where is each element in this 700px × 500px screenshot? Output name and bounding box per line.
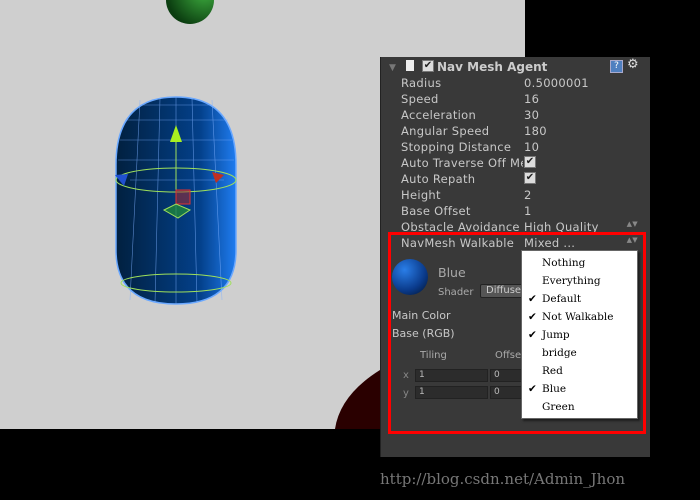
check-icon: ✔ — [528, 293, 537, 305]
foldout-arrow-icon[interactable]: ▼ — [389, 63, 396, 73]
auto-repath-checkbox[interactable]: ✔ — [524, 172, 536, 184]
menu-item-label: Blue — [542, 383, 567, 395]
speed-label: Speed — [401, 92, 439, 106]
height-label: Height — [401, 188, 441, 202]
menu-item-label: Jump — [542, 329, 570, 341]
base-offset-field[interactable]: 1 — [524, 204, 532, 218]
enabled-checkbox[interactable]: ✔ — [422, 60, 434, 72]
radius-field[interactable]: 0.5000001 — [524, 76, 589, 90]
menu-item-bridge[interactable]: bridge — [522, 344, 637, 362]
menu-item-everything[interactable]: Everything — [522, 272, 637, 290]
check-icon: ✔ — [528, 329, 537, 341]
check-icon: ✔ — [528, 311, 537, 323]
red-object — [335, 370, 380, 429]
auto-traverse-label: Auto Traverse Off Me — [401, 156, 523, 170]
menu-item-label: Not Walkable — [542, 311, 614, 323]
menu-item-blue[interactable]: ✔ Blue — [522, 380, 637, 398]
angular-speed-label: Angular Speed — [401, 124, 490, 138]
acceleration-label: Acceleration — [401, 108, 477, 122]
auto-traverse-checkbox[interactable]: ✔ — [524, 156, 536, 168]
menu-item-label: bridge — [542, 347, 577, 359]
menu-item-jump[interactable]: ✔ Jump — [522, 326, 637, 344]
menu-item-label: Nothing — [542, 257, 586, 269]
watermark: http://blog.csdn.net/Admin_Jhon — [380, 470, 626, 488]
menu-item-label: Green — [542, 401, 575, 413]
help-icon[interactable]: ? — [610, 60, 623, 73]
auto-repath-label: Auto Repath — [401, 172, 476, 186]
radius-label: Radius — [401, 76, 442, 90]
menu-item-not-walkable[interactable]: ✔ Not Walkable — [522, 308, 637, 326]
menu-item-default[interactable]: ✔ Default — [522, 290, 637, 308]
menu-item-label: Default — [542, 293, 582, 305]
component-title: Nav Mesh Agent — [437, 60, 548, 74]
check-icon: ✔ — [528, 383, 537, 395]
stopping-distance-field[interactable]: 10 — [524, 140, 539, 154]
speed-field[interactable]: 16 — [524, 92, 539, 106]
height-field[interactable]: 2 — [524, 188, 532, 202]
updown-icon: ▲▼ — [626, 220, 638, 228]
menu-item-label: Everything — [542, 275, 601, 287]
base-offset-label: Base Offset — [401, 204, 471, 218]
navmesh-layer-menu: Nothing Everything ✔ Default ✔ Not Walkabl… — [521, 250, 638, 419]
green-sphere — [166, 0, 214, 24]
angular-speed-field[interactable]: 180 — [524, 124, 547, 138]
acceleration-field[interactable]: 30 — [524, 108, 539, 122]
menu-item-green[interactable]: Green — [522, 398, 637, 416]
stopping-distance-label: Stopping Distance — [401, 140, 512, 154]
menu-item-red[interactable]: Red — [522, 362, 637, 380]
menu-item-nothing[interactable]: Nothing — [522, 254, 637, 272]
script-icon — [406, 60, 414, 71]
menu-item-label: Red — [542, 365, 563, 377]
gear-icon[interactable]: ⚙ — [627, 57, 639, 72]
